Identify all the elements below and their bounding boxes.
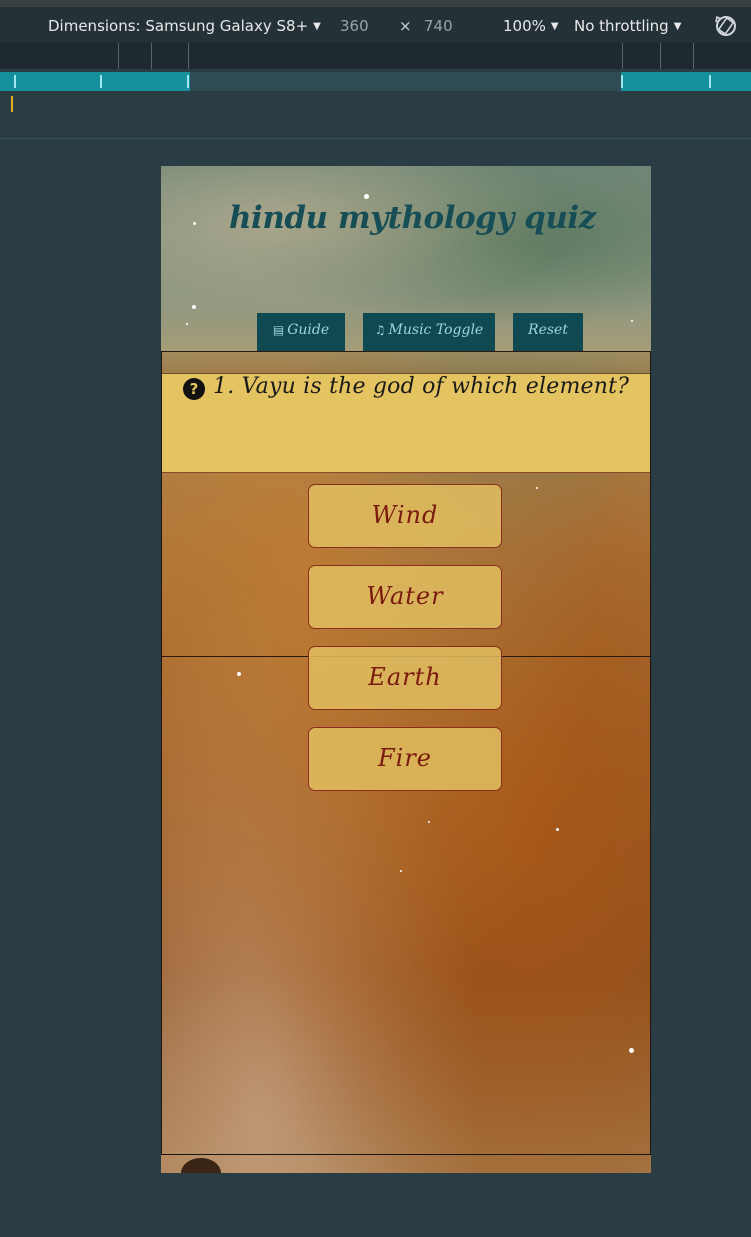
question-circle-icon: ? [183, 378, 205, 400]
footer-image [181, 1158, 221, 1173]
width-input[interactable]: 360 [340, 17, 369, 35]
reset-button[interactable]: Reset [513, 313, 583, 351]
music-note-icon: ♫ [374, 323, 386, 337]
content-bottom-border [161, 1154, 651, 1155]
guide-button[interactable]: ▤ Guide [257, 313, 345, 351]
rotate-icon[interactable] [713, 13, 739, 39]
answer-button-water[interactable]: Water [308, 565, 502, 629]
device-viewport: hindu mythology quiz ▤ Guide ♫ Music Toggl… [161, 166, 651, 1173]
zoom-dropdown[interactable]: 100% ▼ [503, 17, 559, 35]
quiz-top-band [162, 352, 650, 374]
throttling-label: No throttling [574, 17, 669, 35]
answer-button-fire[interactable]: Fire [308, 727, 502, 791]
dimension-times-sign: × [399, 17, 412, 35]
device-dimensions-label: Dimensions: Samsung Galaxy S8+ [48, 17, 309, 35]
table-icon: ▤ [272, 323, 285, 337]
site-header: hindu mythology quiz ▤ Guide ♫ Music Toggl… [161, 166, 651, 351]
reset-button-label: Reset [528, 322, 568, 338]
media-query-bar[interactable] [0, 72, 751, 91]
height-input[interactable]: 740 [424, 17, 453, 35]
timeline-marker [11, 96, 13, 112]
device-dimensions-dropdown[interactable]: Dimensions: Samsung Galaxy S8+ ▼ [48, 17, 321, 35]
chevron-down-icon: ▼ [313, 21, 321, 32]
toolbar-divider [0, 138, 751, 139]
chevron-down-icon: ▼ [550, 21, 559, 32]
throttling-dropdown[interactable]: No throttling ▼ [574, 17, 681, 35]
question-box: ? 1. Vayu is the god of which element? [162, 374, 650, 473]
music-toggle-button[interactable]: ♫ Music Toggle [363, 313, 495, 351]
breakpoint-ruler[interactable] [0, 43, 751, 69]
chevron-down-icon: ▼ [673, 21, 682, 32]
question-text: 1. Vayu is the god of which element? [213, 374, 630, 399]
guide-button-label: Guide [287, 322, 330, 338]
answer-button-wind[interactable]: Wind [308, 484, 502, 548]
container-right-border [650, 351, 651, 1155]
site-title: hindu mythology quiz [229, 200, 596, 236]
music-toggle-button-label: Music Toggle [388, 322, 484, 338]
container-left-border [161, 351, 162, 1155]
device-toolbar: Dimensions: Samsung Galaxy S8+ ▼ 360 × 74… [0, 7, 751, 43]
answer-button-earth[interactable]: Earth [308, 646, 502, 710]
zoom-label: 100% [503, 17, 546, 35]
window-top-strip [0, 0, 751, 7]
